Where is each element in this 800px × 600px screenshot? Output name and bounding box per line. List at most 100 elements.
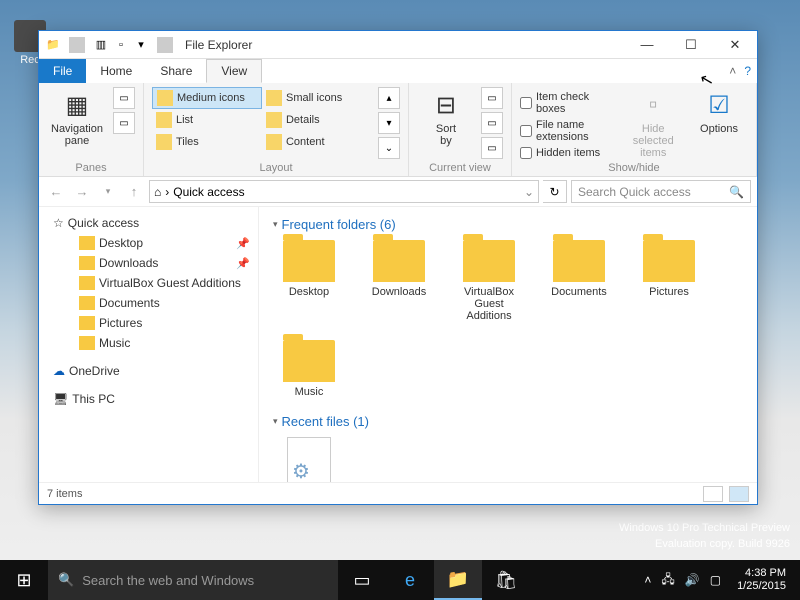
minimize-button[interactable]: — xyxy=(625,31,669,59)
help-icon[interactable]: ? xyxy=(744,64,751,78)
sidebar-item[interactable]: Downloads📌 xyxy=(39,253,258,273)
navigation-sidebar[interactable]: ☆ Quick access Desktop📌Downloads📌Virtual… xyxy=(39,207,259,482)
history-dropdown[interactable]: ▾ xyxy=(97,181,119,203)
recent-files-header[interactable]: Recent files (1) xyxy=(273,414,743,429)
layout-more[interactable]: ⌄ xyxy=(378,137,400,159)
main-content[interactable]: Frequent folders (6) DesktopDownloadsVir… xyxy=(259,207,757,482)
layout-icon xyxy=(266,112,282,128)
sidebar-item[interactable]: Music xyxy=(39,333,258,353)
app-icon: 📁 xyxy=(45,37,61,53)
layout-icon xyxy=(156,112,172,128)
add-columns-button[interactable]: ▭ xyxy=(481,112,503,134)
taskbar-explorer[interactable]: 📁 xyxy=(434,560,482,600)
size-columns-button[interactable]: ▭ xyxy=(481,137,503,159)
details-view-button[interactable] xyxy=(703,486,723,502)
sidebar-quick-access[interactable]: ☆ Quick access xyxy=(39,213,258,233)
back-button[interactable]: ← xyxy=(45,181,67,203)
layout-option[interactable]: Content xyxy=(262,131,372,153)
chevron-down-icon[interactable]: ⌄ xyxy=(524,185,534,199)
group-by-button[interactable]: ▭ xyxy=(481,87,503,109)
folder-item[interactable]: Downloads xyxy=(363,240,435,322)
tab-share[interactable]: Share xyxy=(146,59,206,83)
folder-item[interactable]: Music xyxy=(273,340,345,398)
window-title: File Explorer xyxy=(185,38,252,52)
layout-option[interactable]: Medium icons xyxy=(152,87,262,109)
folder-icon xyxy=(79,276,95,290)
breadcrumb[interactable]: ⌂› Quick access ⌄ xyxy=(149,180,539,203)
sidebar-item[interactable]: Pictures xyxy=(39,313,258,333)
showhide-checkbox[interactable]: File name extensions xyxy=(520,119,616,143)
taskbar-ie[interactable]: e xyxy=(386,560,434,600)
tray-network-icon[interactable]: 🖧 xyxy=(661,570,674,591)
folder-icon xyxy=(79,236,95,250)
search-placeholder: Search Quick access xyxy=(578,185,691,199)
qat-properties-icon[interactable]: ▥ xyxy=(93,37,109,53)
thispc-icon: 🖥 xyxy=(53,392,68,406)
ribbon-group-currentview: ⊟ Sort by ▭ ▭ ▭ Current view xyxy=(409,83,512,176)
system-tray[interactable]: ˄ 🖧 🔊 ▢ 4:38 PM 1/25/2015 xyxy=(636,560,800,600)
layout-option[interactable]: Tiles xyxy=(152,131,262,153)
folder-item[interactable]: Desktop xyxy=(273,240,345,322)
status-bar: 7 items xyxy=(39,482,757,504)
file-icon xyxy=(287,437,331,482)
tab-file[interactable]: File xyxy=(39,59,86,83)
sidebar-item[interactable]: Documents xyxy=(39,293,258,313)
qat-newfolder-icon[interactable]: ▫ xyxy=(113,37,129,53)
layout-option[interactable]: Details xyxy=(262,109,372,131)
folder-icon xyxy=(643,240,695,282)
folder-item[interactable]: VirtualBox Guest Additions xyxy=(453,240,525,322)
folder-item[interactable]: Documents xyxy=(543,240,615,322)
folder-icon xyxy=(283,340,335,382)
tray-notifications-icon[interactable]: ▢ xyxy=(710,573,721,587)
start-button[interactable]: ⊞ xyxy=(0,560,48,600)
sidebar-onedrive[interactable]: ☁ OneDrive xyxy=(39,361,258,381)
pin-icon: 📌 xyxy=(236,237,250,250)
folder-icon xyxy=(463,240,515,282)
taskbar-store[interactable]: 🛍 xyxy=(482,560,530,600)
ribbon-tabs: File Home Share View ˄ ? xyxy=(39,59,757,83)
file-item[interactable]: VBoxVideo xyxy=(273,437,345,482)
close-button[interactable]: ✕ xyxy=(713,31,757,59)
taskbar-clock[interactable]: 4:38 PM 1/25/2015 xyxy=(731,567,792,593)
refresh-button[interactable]: ↻ xyxy=(543,180,567,203)
folder-icon xyxy=(373,240,425,282)
chevron-up-icon[interactable]: ˄ xyxy=(729,64,736,78)
folder-item[interactable]: Pictures xyxy=(633,240,705,322)
task-view-button[interactable]: ▭ xyxy=(338,560,386,600)
tab-view[interactable]: View xyxy=(206,59,262,83)
maximize-button[interactable]: ☐ xyxy=(669,31,713,59)
folder-icon xyxy=(79,256,95,270)
layout-scroll-down[interactable]: ▾ xyxy=(378,112,400,134)
layout-scroll-up[interactable]: ▴ xyxy=(378,87,400,109)
layout-option[interactable]: List xyxy=(152,109,262,131)
home-icon: ⌂ xyxy=(154,185,161,199)
sort-by-button[interactable]: ⊟ Sort by xyxy=(417,87,475,149)
showhide-checkbox[interactable]: Item check boxes xyxy=(520,91,616,115)
tray-chevron-up-icon[interactable]: ˄ xyxy=(644,573,651,587)
tray-volume-icon[interactable]: 🔊 xyxy=(685,573,700,587)
options-icon: ☑ xyxy=(703,89,735,121)
qat-dropdown-icon[interactable]: ▾ xyxy=(133,37,149,53)
layout-icon xyxy=(157,90,173,106)
options-button[interactable]: ☑ Options xyxy=(690,87,748,137)
sidebar-item[interactable]: VirtualBox Guest Additions xyxy=(39,273,258,293)
tab-home[interactable]: Home xyxy=(86,59,146,83)
navigation-pane-button[interactable]: ▦ Navigation pane xyxy=(47,87,107,149)
icons-view-button[interactable] xyxy=(729,486,749,502)
details-pane-button[interactable]: ▭ xyxy=(113,112,135,134)
sidebar-thispc[interactable]: 🖥 This PC xyxy=(39,389,258,409)
titlebar[interactable]: 📁 ▥ ▫ ▾ File Explorer — ☐ ✕ xyxy=(39,31,757,59)
search-input[interactable]: Search Quick access 🔍 xyxy=(571,180,751,203)
preview-pane-button[interactable]: ▭ xyxy=(113,87,135,109)
showhide-checkbox[interactable]: Hidden items xyxy=(520,147,616,159)
folder-icon xyxy=(283,240,335,282)
taskbar-search[interactable]: 🔍 Search the web and Windows xyxy=(48,560,338,600)
forward-button[interactable]: → xyxy=(71,181,93,203)
up-button[interactable]: ↑ xyxy=(123,181,145,203)
layout-option[interactable]: Small icons xyxy=(262,87,372,109)
onedrive-icon: ☁ xyxy=(53,364,65,378)
frequent-folders-header[interactable]: Frequent folders (6) xyxy=(273,217,743,232)
sidebar-item[interactable]: Desktop📌 xyxy=(39,233,258,253)
hide-selected-button[interactable]: ▫ Hide selected items xyxy=(622,87,684,161)
taskbar[interactable]: ⊞ 🔍 Search the web and Windows ▭ e 📁 🛍 ˄… xyxy=(0,560,800,600)
